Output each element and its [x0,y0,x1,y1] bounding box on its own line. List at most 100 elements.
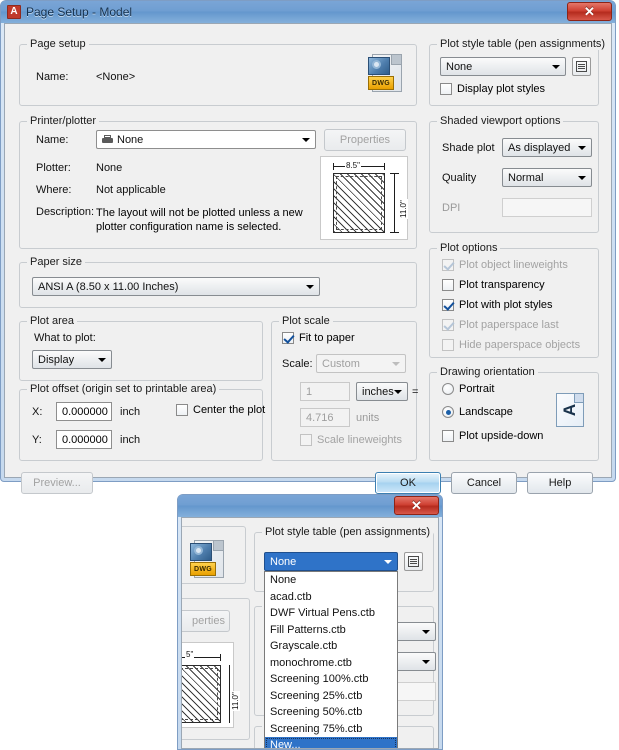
list-item[interactable]: Grayscale.ctb [265,638,397,655]
cancel-button[interactable]: Cancel [451,472,517,494]
plot-scale-group: Plot scale Fit to paper Scale: Custom 1 … [271,315,419,461]
plot-options-label: Hide paperspace objects [459,339,581,351]
quality-combo[interactable]: Normal [502,168,592,187]
list-item-new[interactable]: New... [265,737,397,748]
plotter-value: None [96,162,123,174]
scale-units-label: units [356,412,380,424]
radio-icon [442,406,454,418]
page-setup-dialog: A Page Setup - Model ✕ Page setup Name: … [0,0,616,494]
paper-size-combo[interactable]: ANSI A (8.50 x 11.00 Inches) [32,277,320,296]
scale-equals-sign: = [412,386,419,398]
drawing-orientation-group: Drawing orientation Portrait Landscape P… [429,366,599,461]
what-to-plot-combo[interactable]: Display [32,350,112,369]
portrait-label: Portrait [459,383,495,395]
list-item[interactable]: Screening 100%.ctb [265,671,397,688]
landscape-radio[interactable]: Landscape [442,406,513,418]
close-icon[interactable]: ✕ [394,496,439,515]
paper-size-group-legend: Paper size [27,256,85,268]
what-to-plot-label: What to plot: [34,332,96,344]
help-button[interactable]: Help [527,472,593,494]
list-item[interactable]: Screening 50%.ctb [265,704,397,721]
scale-lineweights-label: Scale lineweights [317,434,402,446]
scale-unit-combo[interactable]: inches [356,382,408,401]
plot-object-lineweights-checkbox[interactable]: Plot object lineweights [442,259,568,271]
chevron-down-icon [394,389,402,394]
portrait-radio[interactable]: Portrait [442,383,494,395]
plot-offset-group-legend: Plot offset (origin set to printable are… [27,383,220,395]
table-icon [576,61,587,72]
dwg-icon-label: DWG [190,562,216,576]
list-item[interactable]: DWF Virtual Pens.ctb [265,605,397,622]
checkbox-icon [442,259,454,271]
display-plot-styles-checkbox[interactable]: Display plot styles [440,83,545,95]
scale-denominator-input[interactable]: 4.716 [300,408,350,427]
plot-transparency-checkbox[interactable]: Plot transparency [442,279,545,291]
second-plot-style-table-combo[interactable]: None [264,552,398,571]
scale-denominator-value: 4.716 [306,411,334,424]
page-title: Page Setup - Model [26,5,133,19]
plot-style-table-combo[interactable]: None [440,57,566,76]
center-the-plot-checkbox[interactable]: Center the plot [176,404,265,416]
checkbox-icon [442,299,454,311]
dpi-input[interactable] [502,198,592,217]
preview-button[interactable]: Preview... [21,472,93,494]
plot-options-label: Plot paperspace last [459,319,559,331]
plot-upside-down-checkbox[interactable]: Plot upside-down [442,430,543,442]
plot-style-table-group-legend: Plot style table (pen assignments) [437,38,609,50]
list-item[interactable]: monochrome.ctb [265,655,397,672]
list-item[interactable]: None [265,572,397,589]
hide-paperspace-objects-checkbox[interactable]: Hide paperspace objects [442,339,580,351]
printer-plotter-group: Printer/plotter Name: None Properties Pl… [19,115,417,249]
list-item[interactable]: acad.ctb [265,589,397,606]
description-label: Description: [36,206,95,218]
printer-name-combo[interactable]: None [96,130,316,149]
shade-plot-combo[interactable]: As displayed [502,138,592,157]
scale-numerator-value: 1 [306,385,313,398]
checkbox-icon [442,339,454,351]
paper-height-dimension: 11.0" [399,199,408,219]
paper-preview-sheet [182,665,221,723]
offset-x-label: X: [32,406,43,418]
plot-style-table-dropdown-list[interactable]: None acad.ctb DWF Virtual Pens.ctb Fill … [264,571,398,748]
paper-height-dimension: 11.0" [231,691,240,711]
offset-x-input[interactable]: 0.000000 [56,402,112,421]
plot-style-dropdown-dialog: ✕ DWG perties 5" 11.0" Plot style table … [177,494,443,750]
shaded-viewport-group: Shaded viewport options Shade plot As di… [429,115,599,233]
page-setup-client-area: Page setup Name: <None> DWG Printer/plot… [4,23,612,494]
close-icon[interactable]: ✕ [567,2,612,21]
plot-with-plot-styles-checkbox[interactable]: Plot with plot styles [442,299,553,311]
properties-button[interactable]: Properties [324,129,406,151]
plot-paperspace-last-checkbox[interactable]: Plot paperspace last [442,319,559,331]
plotter-label: Plotter: [36,162,71,174]
ok-button[interactable]: OK [375,472,441,494]
offset-y-input[interactable]: 0.000000 [56,430,112,449]
checkbox-icon [442,430,454,442]
where-label: Where: [36,184,72,196]
edit-plot-style-table-button[interactable] [572,57,591,76]
autocad-logo-icon: A [7,5,21,19]
list-item[interactable]: Screening 25%.ctb [265,688,397,705]
list-item[interactable]: Screening 75%.ctb [265,721,397,738]
paper-width-dimension: 5" [185,650,195,659]
scale-combo[interactable]: Custom [316,354,406,373]
second-dialog-titlebar: ✕ [178,495,442,517]
dwg-icon-label: DWG [368,76,394,90]
edit-plot-style-table-button[interactable] [404,552,423,571]
chevron-down-icon [422,659,430,664]
plot-upside-down-label: Plot upside-down [459,430,544,442]
offset-x-value: 0.000000 [62,405,108,418]
center-the-plot-label: Center the plot [193,404,266,416]
scale-lineweights-checkbox[interactable]: Scale lineweights [300,434,402,446]
printer-plotter-group-legend: Printer/plotter [27,115,100,127]
scale-label: Scale: [282,358,313,370]
properties-button-partial[interactable]: perties [182,610,230,632]
fit-to-paper-checkbox[interactable]: Fit to paper [282,332,355,344]
printer-icon [102,135,113,144]
printer-name-value: None [117,133,144,146]
offset-y-value: 0.000000 [62,433,108,446]
page-setup-group-legend: Page setup [27,38,89,50]
chevron-down-icon [392,361,400,366]
landscape-label: Landscape [459,406,513,418]
scale-numerator-input[interactable]: 1 [300,382,350,401]
list-item[interactable]: Fill Patterns.ctb [265,622,397,639]
